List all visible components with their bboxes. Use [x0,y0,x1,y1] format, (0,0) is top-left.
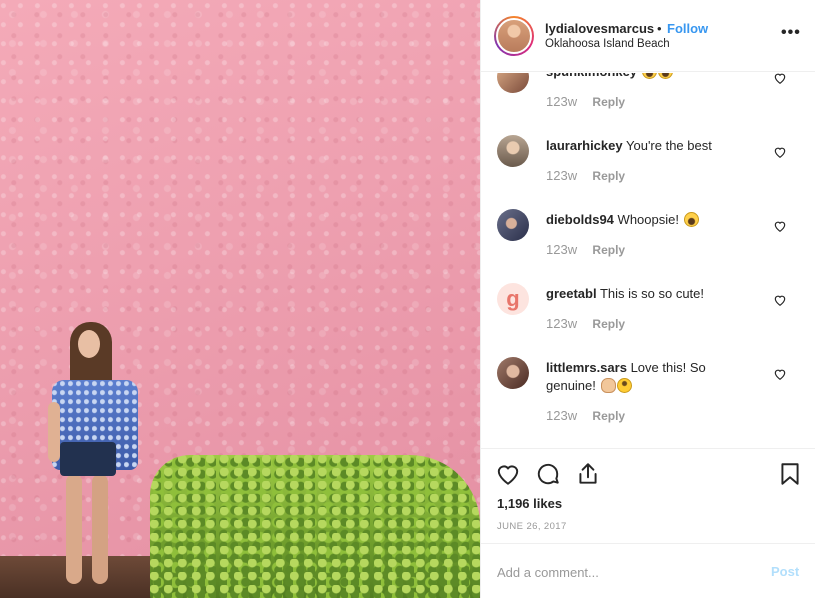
commenter-username[interactable]: laurarhickey [546,138,623,153]
add-comment-bar: Post [481,543,815,598]
header-separator: • [657,21,662,36]
upside-down-face-emoji-icon [616,378,632,393]
commenter-avatar[interactable] [497,357,529,389]
comment-item: littlemrs.sars Love this! So genuine! 12… [481,357,815,447]
comment-heart-icon[interactable] [773,73,787,85]
bookmark-icon[interactable] [777,461,803,487]
comment-meta: 123w Reply [546,94,625,109]
comment-text: littlemrs.sars Love this! So genuine! [546,359,746,395]
comment-item: diebolds94 Whoopsie! 123w Reply [481,209,815,283]
comment-input[interactable] [497,562,747,582]
reply-button[interactable]: Reply [592,317,625,331]
comment-time[interactable]: 123w [546,316,577,331]
comment-icon[interactable] [535,461,561,487]
comment-text: greetabl This is so so cute! [546,285,746,303]
comment-heart-icon[interactable] [773,293,787,307]
commenter-username[interactable]: spunkimonkey [546,73,637,79]
comment-body: This is so so cute! [599,286,705,301]
comment-body: You're the best [626,138,712,153]
commenter-avatar[interactable] [497,73,529,93]
laughing-emoji-icon [641,73,657,79]
commenter-avatar[interactable]: g [497,283,529,315]
post-header: lydialovesmarcus • Follow Oklahoosa Isla… [481,0,815,72]
comment-item: spunkimonkey 123w Reply [481,73,815,135]
post-date[interactable]: JUNE 26, 2017 [497,521,567,532]
comment-meta: 123w Reply [546,168,625,183]
author-username[interactable]: lydialovesmarcus [545,21,654,36]
ok-hand-emoji-icon [600,378,616,393]
comment-text: spunkimonkey [546,73,746,81]
comment-text: laurarhickey You're the best [546,137,746,155]
comment-heart-icon[interactable] [773,367,787,381]
likes-count[interactable]: 1,196 likes [497,496,562,511]
commenter-avatar[interactable] [497,209,529,241]
comment-text: diebolds94 Whoopsie! [546,211,746,229]
comment-item: laurarhickey You're the best 123w Reply [481,135,815,209]
photo-bush [150,455,480,598]
comment-body: Whoopsie! [617,212,679,227]
comment-time[interactable]: 123w [546,408,577,423]
commenter-username[interactable]: littlemrs.sars [546,360,627,375]
comment-item: g greetabl This is so so cute! 123w Repl… [481,283,815,357]
reply-button[interactable]: Reply [592,409,625,423]
comment-time[interactable]: 123w [546,94,577,109]
reply-button[interactable]: Reply [592,243,625,257]
author-avatar[interactable] [494,16,534,56]
heart-icon[interactable] [495,461,521,487]
reply-button[interactable]: Reply [592,169,625,183]
photo-person [48,322,143,592]
comment-meta: 123w Reply [546,242,625,257]
post-photo[interactable] [0,0,480,598]
more-horizontal-icon[interactable]: ••• [781,25,801,42]
comments-list[interactable]: spunkimonkey 123w Reply laurarhickey You… [481,73,815,447]
share-icon[interactable] [575,461,601,487]
post-location[interactable]: Oklahoosa Island Beach [545,38,670,50]
post-actions: 1,196 likes JUNE 26, 2017 [481,448,815,543]
commenter-avatar[interactable] [497,135,529,167]
commenter-username[interactable]: diebolds94 [546,212,614,227]
comment-heart-icon[interactable] [773,219,787,233]
post-button[interactable]: Post [771,564,799,579]
post-side-panel: lydialovesmarcus • Follow Oklahoosa Isla… [480,0,816,598]
comment-heart-icon[interactable] [773,145,787,159]
laughing-emoji-icon [683,212,699,227]
commenter-username[interactable]: greetabl [546,286,597,301]
laughing-emoji-icon [657,73,673,79]
comment-time[interactable]: 123w [546,242,577,257]
follow-button[interactable]: Follow [667,21,708,36]
comment-time[interactable]: 123w [546,168,577,183]
comment-meta: 123w Reply [546,316,625,331]
comment-meta: 123w Reply [546,408,625,423]
reply-button[interactable]: Reply [592,95,625,109]
